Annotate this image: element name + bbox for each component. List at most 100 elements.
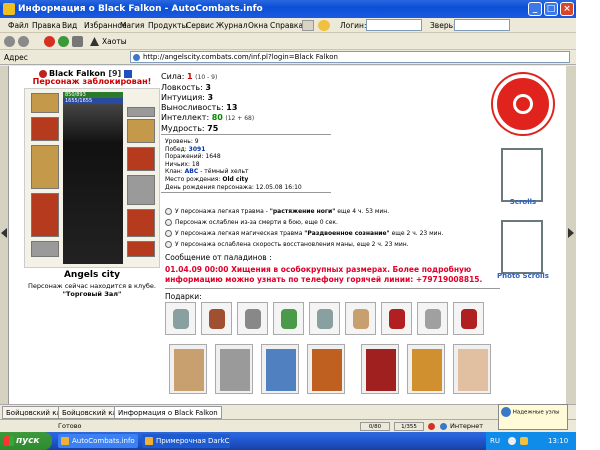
boots-slot[interactable] <box>127 241 155 257</box>
browser-task-icon <box>145 437 153 445</box>
info-level: Уровень: 9 <box>165 138 199 145</box>
globe-icon <box>440 423 447 430</box>
title-bar[interactable]: Информация о Black Falkon - AutoCombats.… <box>0 0 576 18</box>
scroll-icon <box>501 148 543 202</box>
task-dressing-room[interactable]: Примерочная DarkCl... <box>142 434 230 448</box>
gift-card[interactable] <box>307 344 345 394</box>
refresh-icon[interactable] <box>58 36 69 47</box>
forward-icon[interactable] <box>18 36 29 47</box>
gift-card[interactable] <box>261 344 299 394</box>
scrolls-banner[interactable] <box>495 146 549 206</box>
menu-view[interactable]: Вид <box>62 18 77 33</box>
clock: 13:10 <box>548 437 569 445</box>
address-input[interactable]: http://angelscity.combats.com/inf.pl?log… <box>130 51 570 63</box>
menu-history[interactable]: Журнал <box>216 18 248 33</box>
paladin-order-logo[interactable] <box>493 74 553 134</box>
task-autocombats[interactable]: AutoCombats.info <box>58 434 138 448</box>
menu-products[interactable]: Продукты <box>148 18 187 33</box>
photo-scrolls-banner[interactable] <box>495 218 549 278</box>
menu-tools[interactable]: Сервис <box>186 18 214 33</box>
effect-item: У персонажа легкая травма - "растяжение … <box>165 206 443 217</box>
login-label: Логин: <box>340 21 367 30</box>
helmet-slot[interactable] <box>31 93 59 113</box>
trusted-sites-popup[interactable]: Надежные узлы <box>498 404 568 430</box>
scrolls-link[interactable]: Scrolls <box>485 198 561 206</box>
gift-card-image <box>312 349 342 391</box>
maximize-button[interactable]: □ <box>544 2 558 16</box>
gift-item[interactable] <box>453 302 484 335</box>
gift-item[interactable] <box>417 302 448 335</box>
gift-card[interactable] <box>169 344 207 394</box>
character-doll: 850/893 1655/1655 <box>24 88 160 268</box>
tray-icon[interactable] <box>520 437 528 445</box>
amulet-slot[interactable] <box>127 119 155 143</box>
taskbar: пуск AutoCombats.info Примерочная DarkCl… <box>0 432 576 450</box>
tools-icon[interactable] <box>72 36 83 47</box>
menu-windows[interactable]: Окна <box>248 18 268 33</box>
gift-icon <box>173 309 189 329</box>
menu-file[interactable]: Файл <box>8 18 29 33</box>
gift-item[interactable] <box>273 302 304 335</box>
injury-icon <box>165 208 172 215</box>
photo-scrolls-link[interactable]: Photo Scrolls <box>485 272 561 280</box>
counter-2: 1/355 <box>394 422 424 431</box>
gift-item[interactable] <box>165 302 196 335</box>
gift-card[interactable] <box>215 344 253 394</box>
shield-slot[interactable] <box>127 175 155 205</box>
gift-icon <box>281 309 297 329</box>
window-title: Информация о Black Falkon - AutoCombats.… <box>18 4 263 14</box>
gloves-slot[interactable] <box>127 147 155 171</box>
info-clan: Клан: ABC - тёмный хельт <box>165 168 249 176</box>
gift-card[interactable] <box>361 344 399 394</box>
effect-item: Персонаж ослаблен из-за смерти в бою, ещ… <box>165 217 443 228</box>
weapon-slot[interactable] <box>31 145 59 189</box>
belt-slot[interactable] <box>31 241 59 257</box>
armor-slot[interactable] <box>31 193 59 237</box>
back-icon[interactable] <box>4 36 15 47</box>
page-content: Black Falkon [9] Персонаж заблокирован! … <box>8 66 566 404</box>
menu-magic[interactable]: Магия <box>120 18 144 33</box>
tab-bar: Бойцовский клуб Бойцовский клуб Информац… <box>0 404 576 419</box>
stat-intuition: Интуиция: 3 <box>161 93 214 102</box>
chaos-icon <box>90 37 99 46</box>
leggings-slot[interactable] <box>127 209 155 237</box>
language-indicator[interactable]: RU <box>490 432 500 450</box>
beast-field[interactable] <box>454 19 510 31</box>
minimize-button[interactable]: _ <box>528 2 542 16</box>
gift-item[interactable] <box>201 302 232 335</box>
menu-edit[interactable]: Правка <box>32 18 61 33</box>
gift-item[interactable] <box>309 302 340 335</box>
close-button[interactable]: × <box>560 2 574 16</box>
smiley-icon[interactable] <box>318 20 330 31</box>
mana-slow-icon <box>165 241 172 248</box>
stat-wisdom: Мудрость: 75 <box>161 124 219 133</box>
address-url: http://angelscity.combats.com/inf.pl?log… <box>143 53 338 61</box>
gift-card[interactable] <box>407 344 445 394</box>
bracers-slot[interactable] <box>31 117 59 141</box>
character-location: Персонаж сейчас находится в клубе. "Торг… <box>28 282 156 298</box>
divider <box>165 288 500 289</box>
chaos-button[interactable]: Хаоты <box>102 33 127 50</box>
stop-icon[interactable] <box>44 36 55 47</box>
earring-slot[interactable] <box>127 107 155 117</box>
gift-card-image <box>412 349 442 391</box>
gift-item[interactable] <box>237 302 268 335</box>
blocked-notice: Персонаж заблокирован! <box>32 77 152 86</box>
gift-item[interactable] <box>381 302 412 335</box>
gift-card-image <box>458 349 488 391</box>
home-icon[interactable] <box>302 20 314 31</box>
gift-icon <box>245 309 261 329</box>
gift-item[interactable] <box>345 302 376 335</box>
menu-help[interactable]: Справка <box>270 18 303 33</box>
gift-card[interactable] <box>453 344 491 394</box>
login-field[interactable] <box>366 19 422 31</box>
tray-icon[interactable] <box>508 437 516 445</box>
gifts-header: Подарки: <box>165 292 202 301</box>
info-draws: Ничьих: 18 <box>165 160 200 168</box>
info-birthplace: Место рождения: Old city <box>165 175 249 183</box>
gift-icon <box>425 309 441 329</box>
effect-item: У персонажа ослаблена скорость восстанов… <box>165 239 443 250</box>
gift-icon <box>389 309 405 329</box>
tab-character-info[interactable]: Информация о Black Falkon <box>114 406 222 419</box>
start-button[interactable]: пуск <box>0 432 52 450</box>
